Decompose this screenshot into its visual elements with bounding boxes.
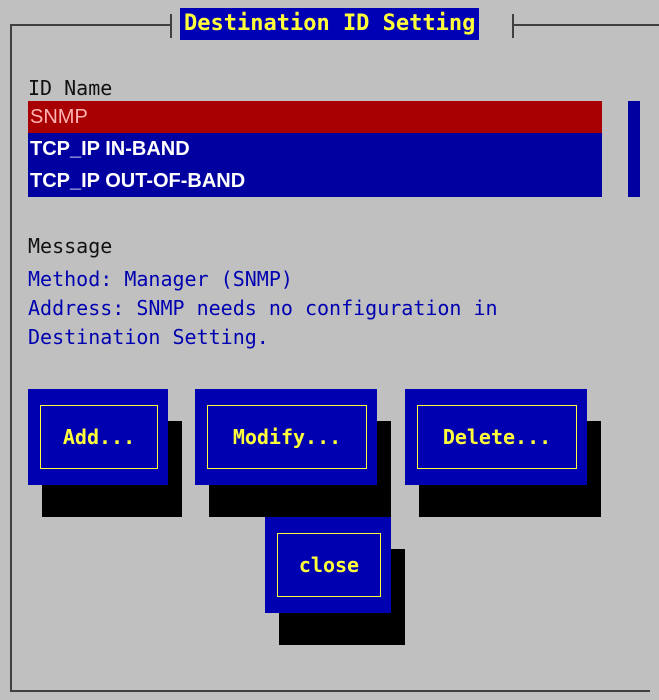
message-text: Method: Manager (SNMP) Address: SNMP nee… xyxy=(28,265,628,352)
close-button-border: close xyxy=(277,533,381,597)
listbox-scrollbar[interactable] xyxy=(628,101,640,197)
frame-top-right-border xyxy=(514,24,659,26)
frame-bottom-border xyxy=(10,690,650,692)
close-button-label: close xyxy=(298,553,360,577)
list-item-tcp-ip-out-of-band[interactable]: TCP_IP OUT-OF-BAND xyxy=(28,165,602,197)
add-button[interactable]: Add... xyxy=(28,389,168,485)
add-button-label: Add... xyxy=(62,425,136,449)
close-button[interactable]: close xyxy=(265,517,391,613)
add-button-border: Add... xyxy=(40,405,158,469)
frame-title-right-tick xyxy=(512,14,514,38)
message-line-method: Method: Manager (SNMP) xyxy=(28,267,293,291)
modify-button[interactable]: Modify... xyxy=(195,389,377,485)
message-line-destination: Destination Setting. xyxy=(28,325,269,349)
message-line-address: Address: SNMP needs no configuration in xyxy=(28,296,498,320)
delete-button[interactable]: Delete... xyxy=(405,389,587,485)
message-label: Message xyxy=(28,234,113,258)
id-name-listbox[interactable]: SNMP TCP_IP IN-BAND TCP_IP OUT-OF-BAND xyxy=(28,101,602,197)
dialog-title: Destination ID Setting xyxy=(180,8,480,40)
frame-top-left-border xyxy=(10,24,170,26)
frame-title-left-tick xyxy=(170,14,172,38)
id-name-label: ID Name xyxy=(28,76,113,100)
delete-button-label: Delete... xyxy=(442,425,552,449)
list-item-snmp[interactable]: SNMP xyxy=(28,101,602,133)
delete-button-border: Delete... xyxy=(417,405,577,469)
frame-left-border xyxy=(10,24,12,692)
destination-id-setting-screen: Destination ID Setting ID Name SNMP TCP_… xyxy=(0,0,659,700)
modify-button-border: Modify... xyxy=(207,405,367,469)
list-item-tcp-ip-in-band[interactable]: TCP_IP IN-BAND xyxy=(28,133,602,165)
modify-button-label: Modify... xyxy=(232,425,342,449)
